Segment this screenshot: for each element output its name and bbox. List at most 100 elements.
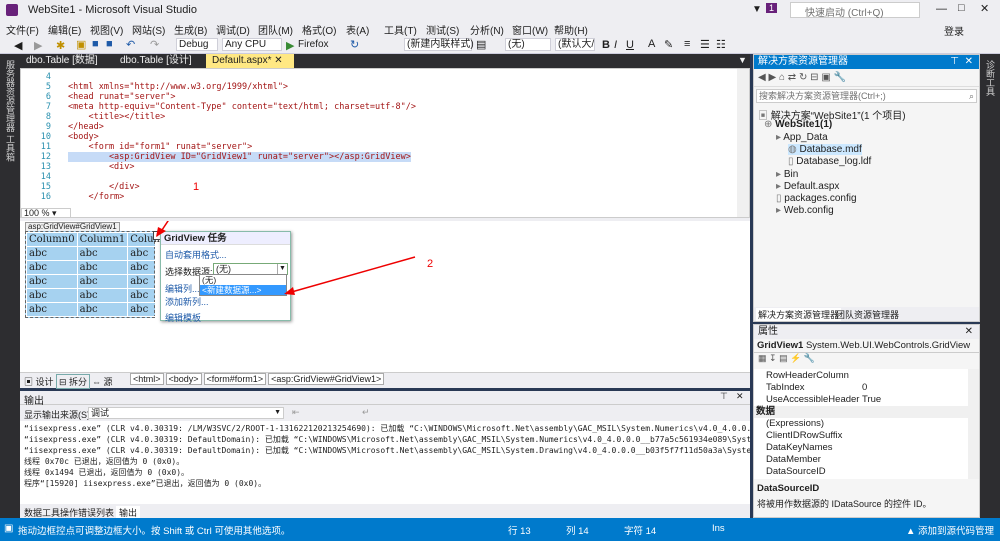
open-icon[interactable]: ▣ xyxy=(76,38,86,51)
property-row[interactable]: (Expressions) xyxy=(754,418,968,430)
menu-item-2[interactable]: 视图(V) xyxy=(90,22,123,37)
run-icon[interactable]: ▶ xyxy=(286,39,294,52)
home-icon[interactable]: ⌂ xyxy=(779,72,785,83)
breadcrumb-tag[interactable]: <asp:GridView#GridView1> xyxy=(268,373,385,385)
design-surface[interactable]: asp:GridView#GridView1 Column0Column1Col… xyxy=(20,218,750,372)
alphabetical-icon[interactable]: ↧ xyxy=(769,353,777,363)
browser-label[interactable]: Firefox xyxy=(298,39,329,50)
bold-button[interactable]: B xyxy=(602,39,610,51)
menu-item-0[interactable]: 文件(F) xyxy=(6,22,39,37)
packages-config-file[interactable]: ▯ packages.config xyxy=(776,193,857,204)
back-icon[interactable]: ◀ xyxy=(758,72,766,83)
undo-icon[interactable]: ↶ xyxy=(126,38,135,51)
menu-item-13[interactable]: 帮助(H) xyxy=(554,22,588,37)
design-view-button[interactable]: ▣ 设计 xyxy=(24,375,54,388)
project-node[interactable]: ⊕ WebSite1(1) xyxy=(764,119,832,130)
property-grid[interactable]: RowHeaderColumn TabIndex 0 UseAccessibleHea… xyxy=(754,369,968,479)
style-select[interactable]: (新建内联样式) xyxy=(404,38,474,51)
source-editor[interactable]: 4 5 <html xmlns="http://www.w3.org/1999/xh… xyxy=(20,68,750,218)
menu-item-5[interactable]: 调试(D) xyxy=(216,22,250,37)
bullets-icon[interactable]: ☰ xyxy=(700,38,710,51)
property-row[interactable]: ClientIDRowSuffix xyxy=(754,430,968,442)
menu-item-6[interactable]: 团队(M) xyxy=(258,22,293,37)
refresh-icon[interactable]: ↻ xyxy=(350,38,359,51)
tab-team-explorer[interactable]: 团队资源管理器 xyxy=(836,308,899,321)
sync-icon[interactable]: ⇄ xyxy=(788,72,796,83)
collapse-icon[interactable]: ⊟ xyxy=(810,72,818,83)
menu-item-3[interactable]: 网站(S) xyxy=(132,22,165,37)
property-row[interactable]: DataMember xyxy=(754,454,968,466)
menu-item-4[interactable]: 生成(B) xyxy=(174,22,207,37)
left-side-tabs[interactable]: 服务器资源管理器 工具箱 xyxy=(3,60,17,162)
numbering-icon[interactable]: ☷ xyxy=(716,38,726,51)
categorized-icon[interactable]: ▦ xyxy=(758,353,767,363)
clear-all-icon[interactable]: ⇤ xyxy=(292,407,300,418)
output-source-select[interactable]: 调试 ▼ xyxy=(88,407,284,419)
default-aspx-file[interactable]: ▸ Default.aspx xyxy=(776,181,839,192)
events-icon[interactable]: ⚡ xyxy=(790,353,801,363)
menu-item-8[interactable]: 表(A) xyxy=(346,22,369,37)
font-select[interactable]: (默认大/ xyxy=(555,38,595,51)
filter-icon[interactable]: ▼ xyxy=(752,4,762,15)
menu-item-7[interactable]: 格式(O) xyxy=(302,22,336,37)
pin-icon[interactable]: ⊤ xyxy=(950,55,959,69)
highlight-icon[interactable]: ✎ xyxy=(664,38,673,51)
close-tab-icon[interactable]: ✕ xyxy=(274,55,282,66)
props-scrollbar[interactable] xyxy=(968,369,979,479)
web-config-file[interactable]: ▸ Web.config xyxy=(776,205,834,216)
redo-icon[interactable]: ↷ xyxy=(150,38,159,51)
align-left-icon[interactable]: ≡ xyxy=(684,38,690,50)
close-button[interactable]: ✕ xyxy=(980,2,989,15)
menu-item-9[interactable]: 工具(T) xyxy=(384,22,417,37)
properties-icon[interactable]: ▤ xyxy=(779,353,788,363)
tab-dropdown-icon[interactable]: ▼ xyxy=(738,55,747,65)
tab-table-design[interactable]: dbo.Table [设计] xyxy=(114,54,202,68)
database-log-file[interactable]: ▯ Database_log.ldf xyxy=(788,156,871,167)
save-all-icon[interactable]: ■ xyxy=(106,38,113,50)
back-icon[interactable]: ◀ xyxy=(14,39,22,52)
zoom-box[interactable]: 100 % ▾ xyxy=(21,208,71,217)
property-row[interactable]: DataKeyNames xyxy=(754,442,968,454)
config-select[interactable]: Debug xyxy=(176,38,218,51)
underline-button[interactable]: U xyxy=(626,39,634,51)
pin-icon[interactable]: ⊤ xyxy=(720,391,728,402)
split-view-button[interactable]: ⊟ 拆分 xyxy=(56,374,91,389)
save-icon[interactable]: ■ xyxy=(92,38,99,50)
app-data-folder[interactable]: ▸ App_Data xyxy=(776,132,828,143)
show-all-icon[interactable]: ▣ xyxy=(821,72,830,83)
breadcrumb-tag[interactable]: <form#form1> xyxy=(203,373,267,385)
wrench-icon[interactable]: 🔧 xyxy=(804,353,815,363)
breadcrumb-tag[interactable]: <body> xyxy=(165,373,202,385)
output-text-area[interactable]: “iisexpress.exe” (CLR v4.0.30319: /LM/W3… xyxy=(20,421,750,504)
editor-scrollbar[interactable] xyxy=(737,69,749,217)
close-panel-icon[interactable]: ✕ xyxy=(965,325,973,339)
bin-folder[interactable]: ▸ Bin xyxy=(776,169,798,180)
diagnostics-side-tab[interactable]: 诊断工具 xyxy=(983,60,997,96)
italic-button[interactable]: I xyxy=(614,39,617,51)
new-project-icon[interactable]: ✱ xyxy=(56,39,65,52)
menu-item-10[interactable]: 测试(S) xyxy=(426,22,459,37)
style-icon[interactable]: ▤ xyxy=(476,38,486,51)
solution-search-input[interactable]: 搜索解决方案资源管理器(Ctrl+;) ⌕ xyxy=(756,89,977,103)
property-row[interactable]: DataSourceID xyxy=(754,466,968,478)
notification-badge[interactable]: 1 xyxy=(766,3,778,13)
property-row[interactable]: RowHeaderColumn xyxy=(754,370,968,382)
font-color-icon[interactable]: A xyxy=(648,38,655,50)
breadcrumb-tag[interactable]: <html> xyxy=(130,373,164,385)
close-panel-icon[interactable]: ✕ xyxy=(965,55,973,69)
object-selector[interactable]: GridView1 System.Web.UI.WebControls.Grid… xyxy=(754,339,979,353)
refresh-icon[interactable]: ↻ xyxy=(799,72,807,83)
property-row[interactable]: TabIndex 0 xyxy=(754,382,968,394)
menu-item-12[interactable]: 窗口(W) xyxy=(512,22,548,37)
maximize-button[interactable]: □ xyxy=(958,2,965,14)
tab-default-aspx[interactable]: Default.aspx* ✕ xyxy=(206,54,294,68)
quick-launch-input[interactable]: 快速启动 (Ctrl+Q) xyxy=(790,2,920,19)
properties-icon[interactable]: 🔧 xyxy=(834,72,846,83)
property-row[interactable]: UseAccessibleHeader True xyxy=(754,394,968,406)
target-rule-select[interactable]: (无) xyxy=(505,38,551,51)
tab-table-data[interactable]: dbo.Table [数据] xyxy=(20,54,108,68)
add-to-source-control[interactable]: ▲ 添加到源代码管理 xyxy=(906,523,994,537)
minimize-button[interactable]: — xyxy=(936,3,947,15)
word-wrap-icon[interactable]: ↵ xyxy=(362,407,370,418)
tab-solution-explorer[interactable]: 解决方案资源管理器 xyxy=(756,308,842,321)
